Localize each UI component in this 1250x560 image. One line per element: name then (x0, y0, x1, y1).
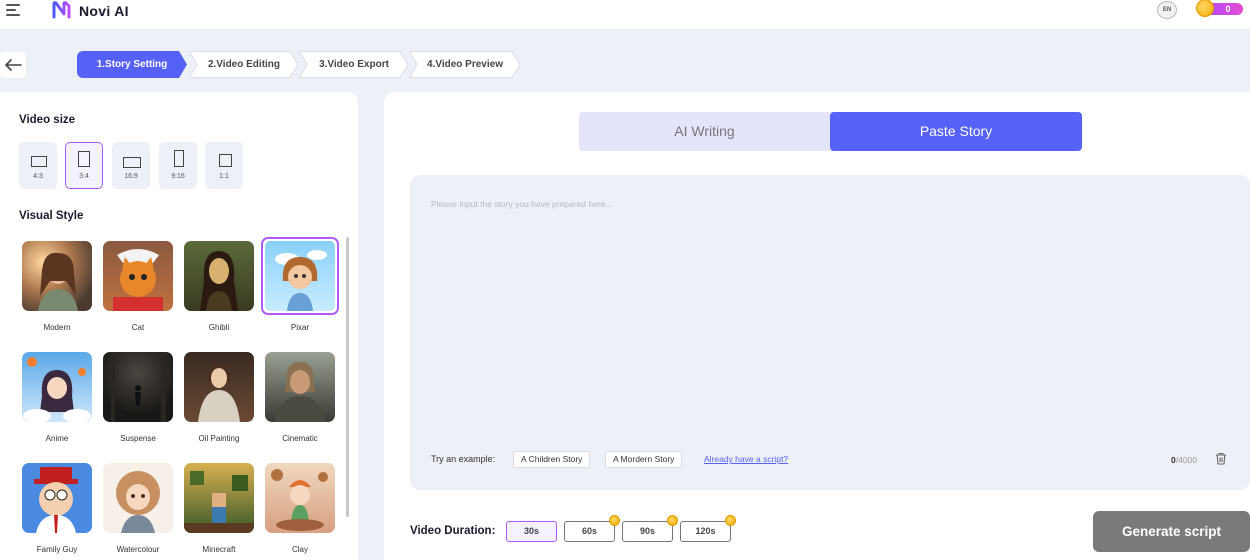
widescreen-frame-icon (123, 157, 141, 168)
size-ratio-label: 4:3 (33, 173, 43, 180)
trash-icon[interactable] (1215, 452, 1227, 465)
premium-coin-icon (609, 515, 620, 526)
already-have-script-link[interactable]: Already have a script? (704, 454, 788, 464)
generate-script-button[interactable]: Generate script (1093, 511, 1250, 552)
duration-label: 120s (695, 526, 716, 536)
duration-label: 90s (639, 526, 656, 536)
duration-label: 60s (581, 526, 598, 536)
style-watercolour[interactable]: Watercolour (103, 463, 179, 560)
square-frame-icon (219, 154, 232, 167)
style-ghibli[interactable]: Ghibli (184, 241, 260, 341)
style-label: Ghibli (208, 323, 230, 332)
tab-ai-writing[interactable]: AI Writing (579, 112, 830, 151)
duration-60s-button[interactable]: 60s (564, 515, 620, 542)
app-name: Novi AI (79, 3, 129, 19)
style-label: Family Guy (36, 545, 78, 554)
size-ratio-label: 9:16 (171, 173, 185, 180)
tab-paste-story[interactable]: Paste Story (830, 112, 1082, 151)
style-thumbnail (22, 352, 92, 422)
story-mode-tabs: AI Writing Paste Story (579, 112, 1082, 151)
style-suspense[interactable]: Suspense (103, 352, 179, 452)
style-clay[interactable]: Clay (265, 463, 341, 560)
style-label: Oil Painting (198, 434, 240, 443)
style-thumbnail (103, 352, 173, 422)
back-button[interactable] (0, 52, 26, 78)
style-list-scrollbar[interactable] (346, 237, 349, 517)
video-duration-label: Video Duration: (410, 525, 496, 537)
style-thumbnail (265, 463, 335, 533)
story-input[interactable] (410, 175, 1250, 430)
step-video-editing[interactable]: 2.Video Editing (189, 51, 299, 78)
style-thumbnail (261, 237, 339, 315)
size-ratio-label: 3:4 (79, 173, 89, 180)
top-bar: Novi AI EN 0 (0, 0, 1250, 30)
size-ratio-label: 16:9 (124, 173, 138, 180)
style-thumbnail (184, 463, 254, 533)
style-anime[interactable]: Anime (22, 352, 98, 452)
language-switch-button[interactable]: EN (1157, 1, 1177, 19)
style-label: Cat (131, 323, 145, 332)
arrow-left-icon (5, 59, 22, 71)
style-family-guy[interactable]: Family Guy (22, 463, 98, 560)
hamburger-menu-icon[interactable] (6, 4, 22, 18)
style-label: Minecraft (202, 545, 236, 554)
premium-coin-icon (725, 515, 736, 526)
style-label: Watercolour (116, 545, 160, 554)
try-example-label: Try an example: (431, 454, 496, 464)
step-story-setting[interactable]: 1.Story Setting (77, 51, 187, 78)
portrait-frame-icon (78, 151, 90, 167)
premium-coin-icon (667, 515, 678, 526)
step-label: 3.Video Export (319, 59, 389, 70)
style-label: Pixar (290, 323, 310, 332)
example-modern-story-button[interactable]: A Mordern Story (605, 451, 683, 468)
size-option-3-4[interactable]: 3:4 (65, 142, 103, 189)
step-video-preview[interactable]: 4.Video Preview (409, 51, 521, 78)
style-thumbnail (184, 352, 254, 422)
step-label: 4.Video Preview (427, 59, 503, 70)
size-option-16-9[interactable]: 16:9 (112, 142, 150, 189)
step-video-export[interactable]: 3.Video Export (299, 51, 409, 78)
style-thumbnail (184, 241, 254, 311)
duration-30s-button[interactable]: 30s (506, 521, 557, 542)
step-label: 2.Video Editing (207, 59, 281, 70)
visual-style-title: Visual Style (19, 210, 84, 222)
style-thumbnail (265, 352, 335, 422)
style-label: Modern (43, 323, 71, 332)
size-ratio-label: 1:1 (219, 173, 229, 180)
style-oil-painting[interactable]: Oil Painting (184, 352, 260, 452)
credits-badge[interactable]: 0 (1196, 0, 1244, 17)
duration-90s-button[interactable]: 90s (622, 515, 678, 542)
style-label: Cinematic (282, 434, 318, 443)
style-thumbnail (103, 241, 173, 311)
style-thumbnail (22, 463, 92, 533)
video-size-title: Video size (19, 114, 76, 126)
size-option-4-3[interactable]: 4:3 (19, 142, 57, 189)
size-option-1-1[interactable]: 1:1 (205, 142, 243, 189)
style-modern[interactable]: Modern (22, 241, 98, 341)
char-count-max: /4000 (1175, 455, 1198, 465)
style-minecraft[interactable]: Minecraft (184, 463, 260, 560)
style-cat[interactable]: Cat (103, 241, 179, 341)
duration-120s-button[interactable]: 120s (680, 515, 736, 542)
style-thumbnail (22, 241, 92, 311)
style-pixar[interactable]: Pixar (261, 237, 341, 341)
example-children-story-button[interactable]: A Children Story (513, 451, 591, 468)
style-label: Clay (291, 545, 308, 554)
style-label: Suspense (120, 434, 156, 443)
character-counter: 0/4000 (1171, 455, 1197, 465)
settings-panel: Video size 4:3 3:4 16:9 9:16 1:1 Visual … (0, 92, 358, 560)
novi-logo-icon (52, 1, 71, 19)
size-option-9-16[interactable]: 9:16 (159, 142, 197, 189)
story-panel: AI Writing Paste Story Try an example: A… (384, 92, 1250, 560)
story-editor: Try an example: A Children Story A Morde… (410, 175, 1250, 490)
style-thumbnail (103, 463, 173, 533)
landscape-frame-icon (31, 156, 47, 167)
style-label: Anime (45, 434, 69, 443)
style-cinematic[interactable]: Cinematic (265, 352, 341, 452)
tall-frame-icon (174, 150, 184, 167)
